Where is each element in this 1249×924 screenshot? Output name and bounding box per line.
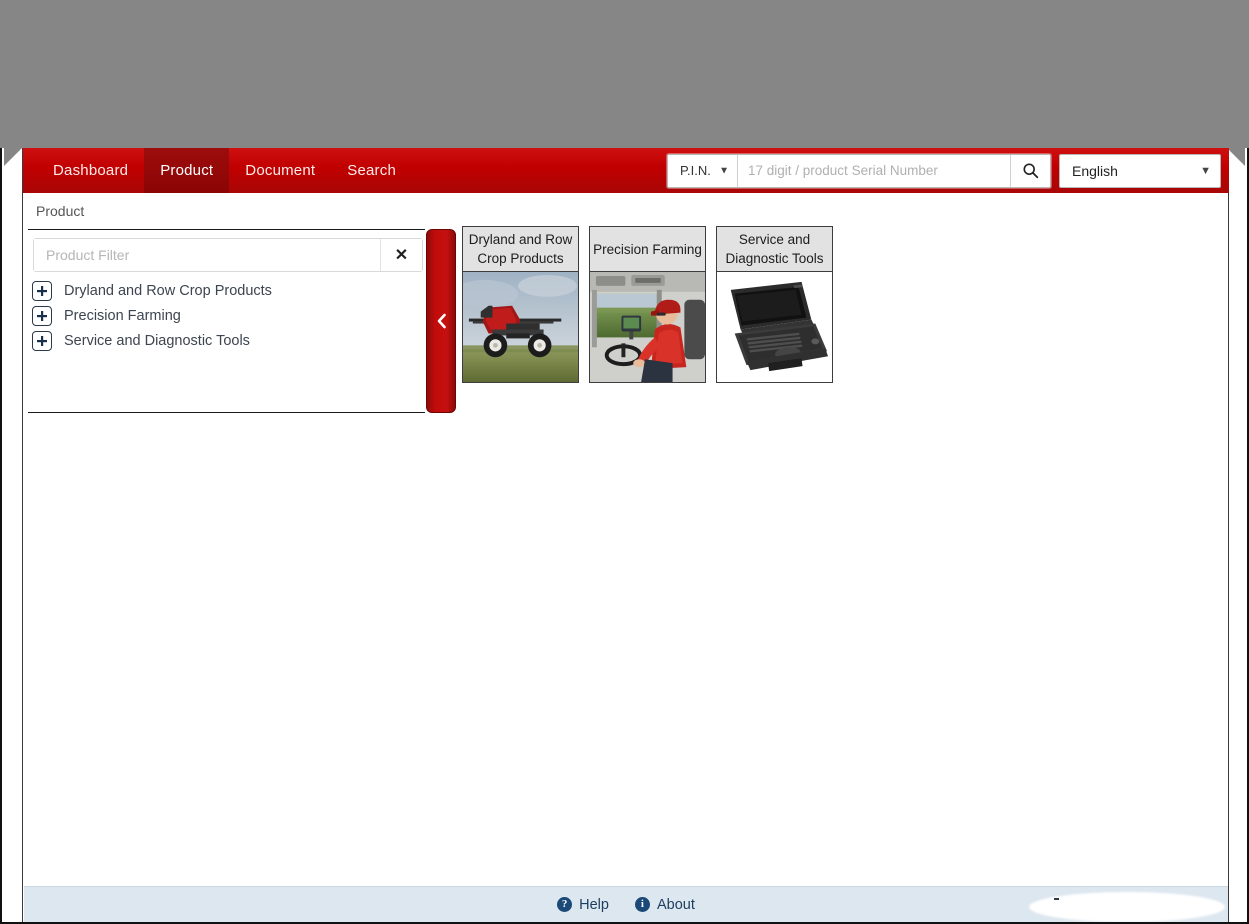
language-select[interactable]: English xyxy=(1059,153,1221,188)
footer-link-about-label: About xyxy=(656,896,695,913)
product-card-dryland-and-row-crop-products[interactable]: Dryland and Row Crop Products xyxy=(462,226,579,383)
tree-item-precision-farming[interactable]: Precision Farming xyxy=(28,303,425,328)
product-search-group: P.I.N. ▼ xyxy=(667,153,1051,188)
nav-tab-document[interactable]: Document xyxy=(229,148,331,193)
product-filter-input[interactable] xyxy=(34,239,380,271)
search-type-select[interactable]: P.I.N. xyxy=(668,154,738,187)
search-submit-button[interactable] xyxy=(1010,154,1050,187)
nav-tab-product[interactable]: Product xyxy=(144,148,230,193)
breadcrumb: Product xyxy=(24,193,1228,229)
application-window: Dashboard Product Document Search P.I.N.… xyxy=(0,148,1249,924)
plus-icon[interactable] xyxy=(32,305,52,326)
language-wrap: English ▼ xyxy=(1059,153,1221,188)
nav-tab-dashboard[interactable]: Dashboard xyxy=(37,148,144,193)
top-navigation-bar: Dashboard Product Document Search P.I.N.… xyxy=(23,148,1229,193)
nav-tab-product-label: Product xyxy=(160,162,214,179)
breadcrumb-item-product[interactable]: Product xyxy=(36,203,84,219)
question-mark-icon: ? xyxy=(557,897,573,912)
tree-item-dryland-and-row-crop-products[interactable]: Dryland and Row Crop Products xyxy=(28,278,425,303)
tree-item-label: Dryland and Row Crop Products xyxy=(64,282,272,299)
tree-item-label: Service and Diagnostic Tools xyxy=(64,332,250,349)
product-card-title: Dryland and Row Crop Products xyxy=(462,226,579,272)
nav-tab-dashboard-label: Dashboard xyxy=(53,162,129,179)
nav-tab-search-label: Search xyxy=(347,162,396,179)
plus-icon[interactable] xyxy=(32,330,52,351)
tractor-cab-operator-art xyxy=(590,272,705,382)
footer-link-help[interactable]: ? Help xyxy=(557,897,609,913)
footer-bar: ? Help i About xyxy=(24,886,1228,922)
product-card-title: Precision Farming xyxy=(589,226,706,272)
product-tree-panel: ✕ Dryland and Row Crop Products xyxy=(28,229,425,413)
footer-link-about[interactable]: i About xyxy=(634,896,695,913)
clear-filter-button[interactable]: ✕ xyxy=(380,239,422,271)
collapse-panel-handle[interactable] xyxy=(426,229,456,413)
page-corner-fold-right xyxy=(1227,148,1245,166)
search-icon xyxy=(1023,163,1039,179)
plus-glyph xyxy=(37,310,47,321)
nav-tab-search[interactable]: Search xyxy=(331,148,412,193)
product-filter-row: ✕ xyxy=(33,238,423,272)
chevron-left-icon xyxy=(437,313,446,329)
tractor-cab-operator-photo xyxy=(589,272,706,383)
nav-tab-list: Dashboard Product Document Search xyxy=(23,148,412,193)
product-card-precision-farming[interactable]: Precision Farming xyxy=(589,226,706,383)
plus-glyph xyxy=(37,285,47,296)
close-icon: ✕ xyxy=(394,247,409,264)
tree-item-service-and-diagnostic-tools[interactable]: Service and Diagnostic Tools xyxy=(28,328,425,353)
sprayer-photo xyxy=(462,272,579,383)
search-type-wrap: P.I.N. ▼ xyxy=(668,154,738,187)
sprayer-photo-art xyxy=(463,272,578,382)
tree-item-label: Precision Farming xyxy=(64,307,181,324)
product-card-title: Service and Diagnostic Tools xyxy=(716,226,833,272)
plus-glyph xyxy=(37,335,47,346)
rugged-laptop-photo xyxy=(716,272,833,383)
nav-right-controls: P.I.N. ▼ English ▼ xyxy=(667,153,1229,188)
product-card-strip: Dryland and Row Crop Products Precision … xyxy=(462,226,833,383)
footer-link-help-label: Help xyxy=(579,896,609,913)
info-icon: i xyxy=(634,897,650,912)
product-card-service-and-diagnostic-tools[interactable]: Service and Diagnostic Tools xyxy=(716,226,833,383)
nav-tab-document-label: Document xyxy=(245,162,316,179)
rugged-laptop-art xyxy=(717,272,832,382)
search-input[interactable] xyxy=(738,154,1010,187)
product-tree-list: Dryland and Row Crop Products Precision … xyxy=(28,278,425,353)
page-corner-fold-left xyxy=(4,148,22,166)
plus-icon[interactable] xyxy=(32,280,52,301)
